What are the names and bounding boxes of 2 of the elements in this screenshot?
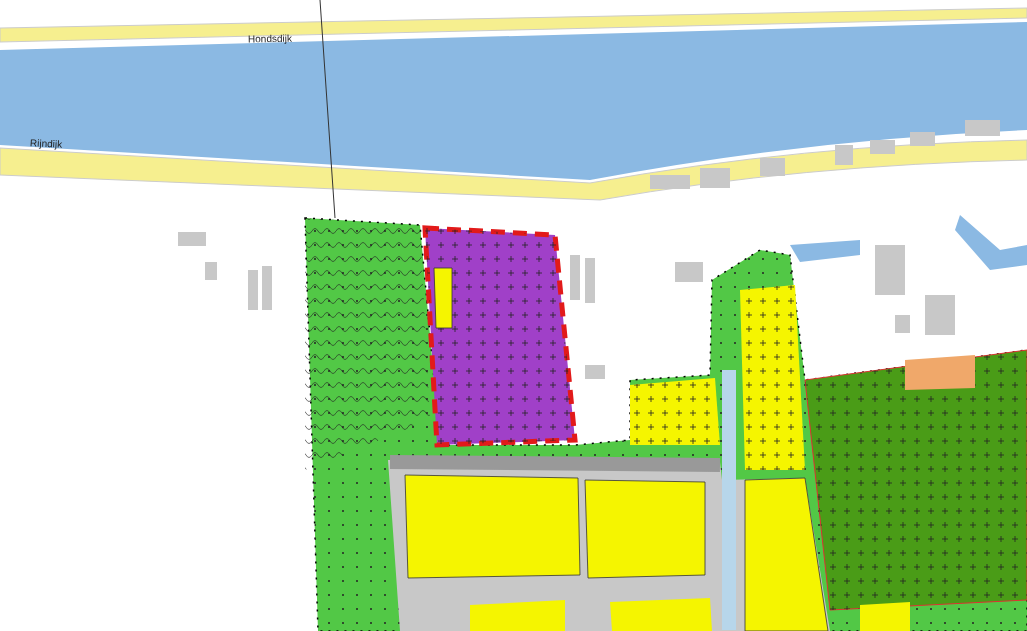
street-label: Rijndijk [29, 136, 63, 152]
street-label: Hondsdijk [247, 31, 293, 47]
